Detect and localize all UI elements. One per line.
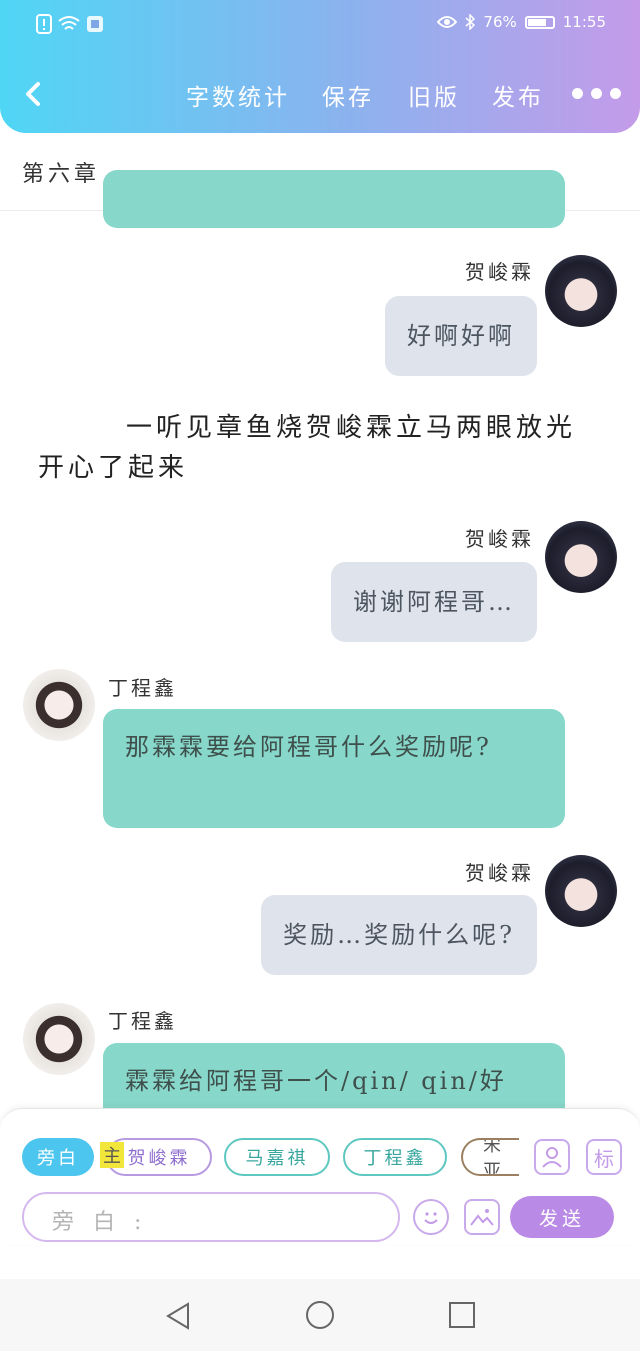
role-chip-songya[interactable]: 宋亚 bbox=[461, 1138, 519, 1176]
chat-bubble-partial[interactable] bbox=[103, 170, 565, 228]
speaker-name: 贺峻霖 bbox=[465, 861, 534, 885]
chat-bubble[interactable]: 那霖霖要给阿程哥什么奖励呢? bbox=[103, 709, 565, 828]
app-notification-icon bbox=[87, 16, 103, 32]
bluetooth-icon bbox=[465, 14, 476, 30]
speaker-name: 丁程鑫 bbox=[108, 676, 177, 700]
chevron-left-icon bbox=[26, 82, 40, 106]
publish-button[interactable]: 发布 bbox=[492, 78, 544, 112]
clock: 11:55 bbox=[562, 13, 606, 31]
avatar-hejunlin[interactable] bbox=[545, 521, 617, 593]
chapter-title[interactable]: 第六章 bbox=[22, 156, 100, 188]
status-bar: 76% 11:55 bbox=[0, 0, 640, 48]
word-count-button[interactable]: 字数统计 bbox=[186, 78, 290, 112]
role-chip-majiaqi[interactable]: 马嘉祺 bbox=[224, 1138, 330, 1176]
user-icon bbox=[542, 1147, 562, 1168]
picture-icon bbox=[470, 1209, 494, 1226]
image-icon[interactable] bbox=[464, 1199, 500, 1235]
old-version-button[interactable]: 旧版 bbox=[408, 78, 460, 112]
message-input[interactable]: 旁 白 : bbox=[22, 1192, 400, 1242]
tag-button[interactable]: 标 bbox=[586, 1139, 622, 1175]
role-chip-dingchengxin[interactable]: 丁程鑫 bbox=[343, 1138, 447, 1176]
back-button[interactable] bbox=[20, 76, 50, 112]
speaker-name: 丁程鑫 bbox=[108, 1009, 177, 1033]
back-triangle-icon[interactable] bbox=[164, 1301, 192, 1331]
status-left bbox=[36, 14, 104, 34]
eye-comfort-icon bbox=[437, 16, 458, 28]
battery-percent: 76% bbox=[483, 13, 517, 31]
status-right: 76% 11:55 bbox=[437, 13, 606, 31]
main-role-tag: 主 bbox=[100, 1142, 124, 1168]
wifi-icon bbox=[58, 16, 80, 30]
avatar-dingchengxin[interactable] bbox=[23, 1003, 95, 1075]
smile-icon bbox=[424, 1212, 438, 1224]
chat-bubble[interactable]: 谢谢阿程哥… bbox=[331, 562, 537, 642]
speaker-name: 贺峻霖 bbox=[465, 527, 534, 551]
character-manage-icon[interactable] bbox=[534, 1139, 570, 1175]
home-circle-icon[interactable] bbox=[305, 1300, 335, 1330]
save-button[interactable]: 保存 bbox=[322, 78, 374, 112]
send-button[interactable]: 发送 bbox=[510, 1196, 614, 1238]
sim-alert-icon bbox=[36, 14, 52, 34]
top-header: 76% 11:55 字数统计 保存 旧版 发布 bbox=[0, 0, 640, 133]
chat-bubble[interactable]: 奖励…奖励什么呢? bbox=[261, 895, 537, 975]
recents-square-icon[interactable] bbox=[449, 1302, 475, 1328]
speaker-name: 贺峻霖 bbox=[465, 260, 534, 284]
avatar-dingchengxin[interactable] bbox=[23, 669, 95, 741]
avatar-hejunlin[interactable] bbox=[545, 255, 617, 327]
narration-text[interactable]: 一听见章鱼烧贺峻霖立马两眼放光开心了起来 bbox=[38, 408, 598, 488]
avatar-hejunlin[interactable] bbox=[545, 855, 617, 927]
role-chip-narrator[interactable]: 旁白 bbox=[22, 1138, 94, 1176]
more-dots-icon[interactable] bbox=[572, 88, 621, 99]
emoji-icon[interactable] bbox=[413, 1199, 449, 1235]
toolbar: 字数统计 保存 旧版 发布 bbox=[0, 70, 640, 120]
battery-icon bbox=[524, 15, 555, 29]
input-placeholder: 旁 白 : bbox=[52, 1210, 148, 1235]
chat-bubble[interactable]: 好啊好啊 bbox=[385, 296, 537, 376]
system-nav-bar bbox=[0, 1279, 640, 1351]
